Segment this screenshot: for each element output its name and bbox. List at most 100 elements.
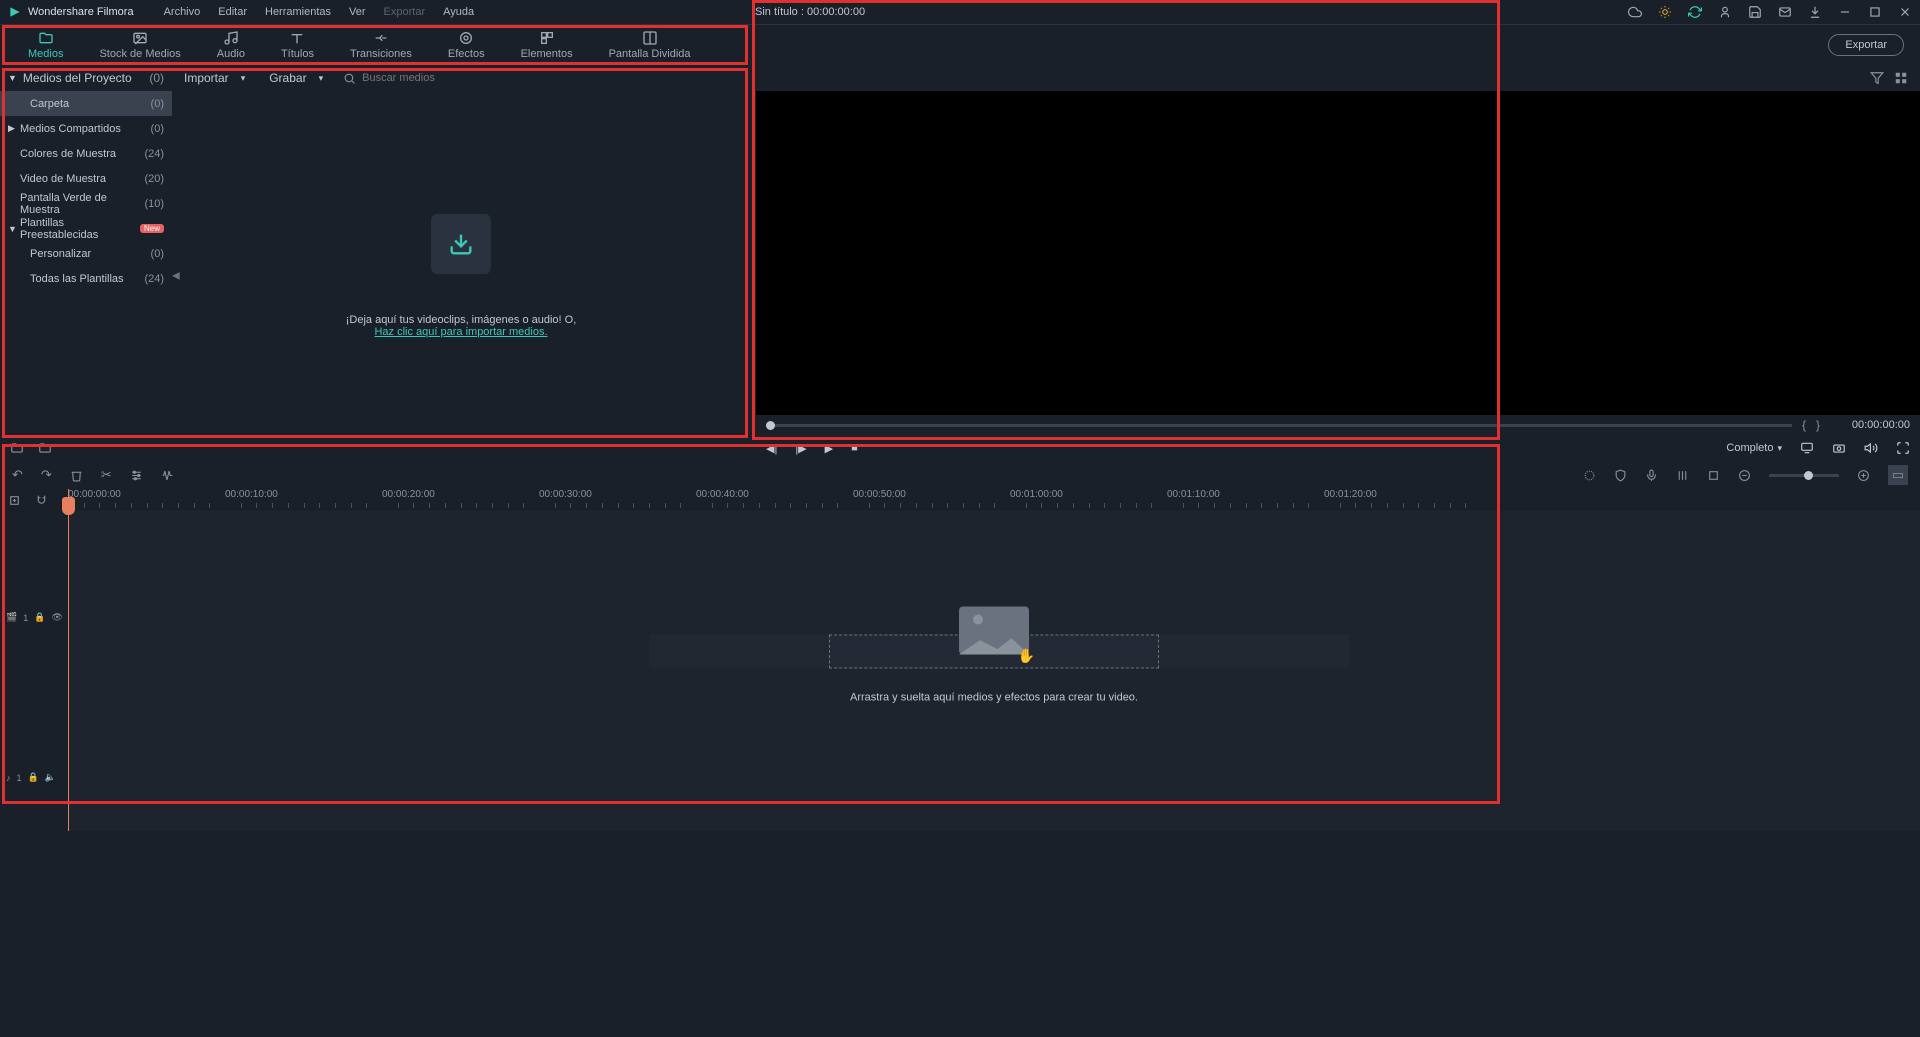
tab-elementos[interactable]: Elementos bbox=[503, 25, 591, 65]
media-grid[interactable]: ◀ ¡Deja aquí tus videoclips, imágenes o … bbox=[172, 91, 750, 461]
fullscreen-icon[interactable] bbox=[1896, 441, 1910, 455]
preview-time: 00:00:00:00 bbox=[1830, 419, 1910, 431]
mark-out-icon[interactable]: } bbox=[1816, 418, 1820, 432]
ruler-tick: 00:00:40:00 bbox=[696, 489, 749, 500]
hand-pointer-icon: ✋ bbox=[1018, 648, 1035, 665]
video-track-head[interactable]: 🎬 1 🔒 👁 bbox=[0, 511, 68, 724]
monitor-icon[interactable] bbox=[1800, 441, 1814, 455]
grid-view-icon[interactable] bbox=[1894, 71, 1908, 85]
redo-icon[interactable]: ↷ bbox=[41, 467, 52, 483]
ruler-tick: 00:01:10:00 bbox=[1167, 489, 1220, 500]
cloud-icon[interactable] bbox=[1628, 5, 1642, 19]
mic-icon[interactable] bbox=[1645, 469, 1658, 482]
sidebar-item-carpeta[interactable]: Carpeta(0) bbox=[0, 91, 172, 116]
zoom-in-icon[interactable] bbox=[1857, 469, 1870, 482]
import-dropdown[interactable]: Importar ▾ bbox=[172, 71, 257, 85]
timeline-tracks[interactable]: ✋ Arrastra y suelta aquí medios y efecto… bbox=[68, 511, 1920, 831]
save-icon[interactable] bbox=[1748, 5, 1762, 19]
chevron-down-icon: ▼ bbox=[8, 73, 17, 83]
timeline-drop-hint: ✋ Arrastra y suelta aquí medios y efecto… bbox=[850, 607, 1138, 704]
tab-icon bbox=[289, 30, 305, 46]
tab-medios[interactable]: Medios bbox=[10, 25, 81, 65]
close-icon[interactable] bbox=[1898, 5, 1912, 19]
new-folder-icon[interactable] bbox=[10, 441, 24, 455]
mark-in-icon[interactable]: { bbox=[1802, 418, 1806, 432]
folder-icon[interactable] bbox=[38, 441, 52, 455]
delete-icon[interactable] bbox=[70, 469, 83, 482]
filter-icon[interactable] bbox=[1870, 71, 1884, 85]
mute-icon[interactable]: 🔈 bbox=[45, 772, 56, 783]
quality-dropdown[interactable]: Completo ▾ bbox=[1726, 442, 1782, 454]
preview-seek-track[interactable] bbox=[766, 424, 1792, 427]
refresh-icon[interactable] bbox=[1688, 5, 1702, 19]
import-link[interactable]: Haz clic aquí para importar medios. bbox=[374, 326, 547, 338]
next-frame-icon[interactable]: |▶ bbox=[795, 442, 806, 455]
add-track-icon[interactable] bbox=[8, 494, 21, 507]
render-icon[interactable] bbox=[1583, 469, 1596, 482]
stop-icon[interactable]: ■ bbox=[851, 442, 858, 454]
tab-efectos[interactable]: Efectos bbox=[430, 25, 503, 65]
shield-icon[interactable] bbox=[1614, 469, 1627, 482]
user-icon[interactable] bbox=[1718, 5, 1732, 19]
audio-track-head[interactable]: ♪ 1 🔒 🔈 bbox=[0, 724, 68, 831]
lock-icon[interactable]: 🔒 bbox=[28, 772, 39, 783]
menu-exportar[interactable]: Exportar bbox=[384, 6, 426, 18]
tab-icon bbox=[642, 30, 658, 46]
magnet-icon[interactable] bbox=[35, 494, 48, 507]
sidebar-item-pantalla-verde-de-muestra[interactable]: Pantalla Verde de Muestra(10) bbox=[0, 191, 172, 216]
adjust-icon[interactable] bbox=[130, 469, 143, 482]
collapse-sidebar-icon[interactable]: ◀ bbox=[172, 271, 180, 282]
tab-icon bbox=[38, 30, 54, 46]
prev-frame-icon[interactable]: ◀| bbox=[766, 442, 777, 455]
zoom-fit-icon[interactable]: ▭ bbox=[1888, 465, 1908, 485]
search-icon bbox=[343, 72, 356, 85]
sidebar-item-plantillas-preestablecidas[interactable]: ▼Plantillas PreestablecidasNew bbox=[0, 216, 172, 241]
lock-icon[interactable]: 🔒 bbox=[34, 612, 45, 623]
tab-icon bbox=[223, 30, 239, 46]
ruler-tick: 00:00:10:00 bbox=[225, 489, 278, 500]
project-media-header[interactable]: ▼ Medios del Proyecto (0) bbox=[0, 71, 172, 85]
tab-transiciones[interactable]: Transiciones bbox=[332, 25, 430, 65]
search-input[interactable] bbox=[362, 72, 1850, 84]
zoom-slider[interactable] bbox=[1769, 474, 1839, 477]
tab-audio[interactable]: Audio bbox=[199, 25, 263, 65]
audio-icon[interactable] bbox=[161, 469, 174, 482]
download-icon[interactable] bbox=[1808, 5, 1822, 19]
menu-herramientas[interactable]: Herramientas bbox=[265, 6, 331, 18]
mail-icon[interactable] bbox=[1778, 5, 1792, 19]
sidebar-item-personalizar[interactable]: Personalizar(0) bbox=[0, 241, 172, 266]
import-drop-icon[interactable] bbox=[431, 214, 491, 274]
sidebar-item-video-de-muestra[interactable]: Video de Muestra(20) bbox=[0, 166, 172, 191]
timeline-ruler[interactable]: 00:00:00:0000:00:10:0000:00:20:0000:00:3… bbox=[68, 489, 1920, 511]
zoom-out-icon[interactable] bbox=[1738, 469, 1751, 482]
app-name: Wondershare Filmora bbox=[28, 6, 134, 18]
ruler-tick: 00:00:20:00 bbox=[382, 489, 435, 500]
maximize-icon[interactable] bbox=[1868, 5, 1882, 19]
export-button[interactable]: Exportar bbox=[1828, 34, 1904, 56]
tab-stock-de-medios[interactable]: Stock de Medios bbox=[81, 25, 198, 65]
menu-editar[interactable]: Editar bbox=[218, 6, 247, 18]
menu-archivo[interactable]: Archivo bbox=[164, 6, 201, 18]
mixer-icon[interactable] bbox=[1676, 469, 1689, 482]
menu-ayuda[interactable]: Ayuda bbox=[443, 6, 474, 18]
import-hint-text: ¡Deja aquí tus videoclips, imágenes o au… bbox=[346, 314, 577, 326]
tab-pantalla-dividida[interactable]: Pantalla Dividida bbox=[591, 25, 709, 65]
search-bar bbox=[335, 72, 1858, 85]
crop-icon[interactable] bbox=[1707, 469, 1720, 482]
menu-ver[interactable]: Ver bbox=[349, 6, 366, 18]
playhead[interactable] bbox=[68, 489, 69, 831]
minimize-icon[interactable] bbox=[1838, 5, 1852, 19]
tab-títulos[interactable]: Títulos bbox=[263, 25, 332, 65]
volume-icon[interactable] bbox=[1864, 441, 1878, 455]
sidebar-item-colores-de-muestra[interactable]: Colores de Muestra(24) bbox=[0, 141, 172, 166]
play-icon[interactable]: ▶ bbox=[825, 442, 833, 455]
sun-icon[interactable] bbox=[1658, 5, 1672, 19]
snapshot-icon[interactable] bbox=[1832, 441, 1846, 455]
split-icon[interactable]: ✂ bbox=[101, 467, 112, 483]
undo-icon[interactable]: ↶ bbox=[12, 467, 23, 483]
preview-canvas[interactable] bbox=[756, 91, 1920, 415]
record-dropdown[interactable]: Grabar ▾ bbox=[257, 71, 335, 85]
sidebar-item-todas-las-plantillas[interactable]: Todas las Plantillas(24) bbox=[0, 266, 172, 291]
sidebar-item-medios-compartidos[interactable]: ▶Medios Compartidos(0) bbox=[0, 116, 172, 141]
eye-icon[interactable]: 👁 bbox=[51, 612, 62, 623]
